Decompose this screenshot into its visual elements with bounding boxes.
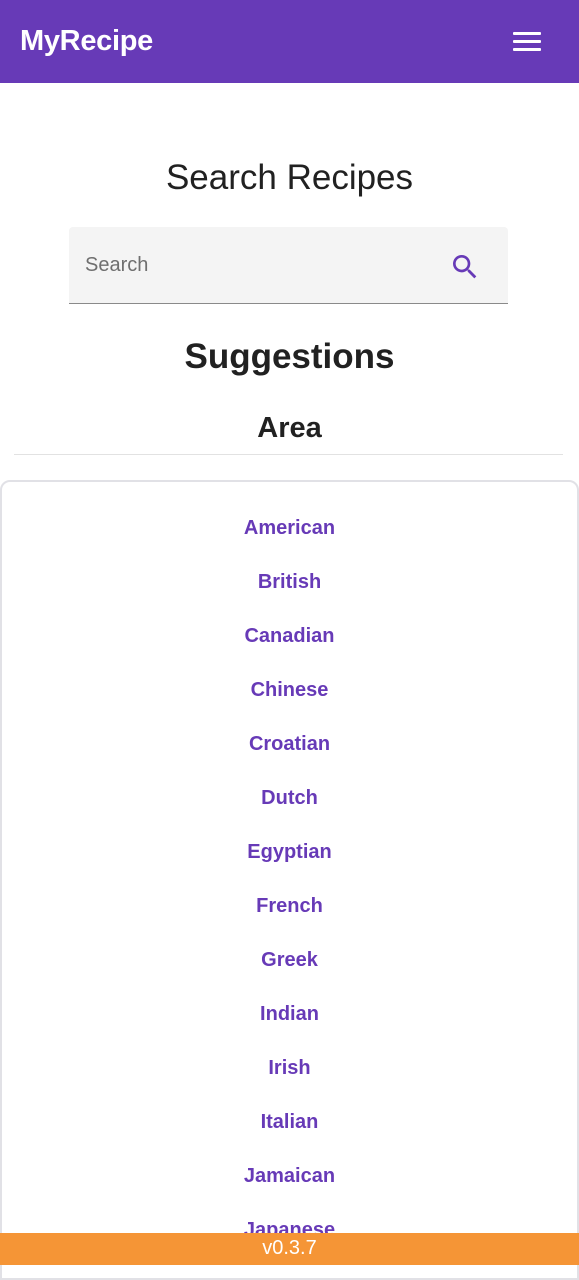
area-item-irish[interactable]: Irish [2, 1050, 577, 1104]
area-item-indian[interactable]: Indian [2, 996, 577, 1050]
page-title: Search Recipes [165, 158, 414, 197]
area-heading: Area [257, 412, 322, 444]
area-item-jamaican[interactable]: Jamaican [2, 1158, 577, 1212]
version-label: v0.3.7 [262, 1237, 317, 1259]
area-item-french[interactable]: French [2, 888, 577, 942]
divider [14, 454, 563, 455]
area-item-american[interactable]: American [2, 510, 577, 564]
area-item-greek[interactable]: Greek [2, 942, 577, 996]
hamburger-menu-icon-line [513, 40, 541, 43]
area-item-british[interactable]: British [2, 564, 577, 618]
area-item-italian[interactable]: Italian [2, 1104, 577, 1158]
area-item-egyptian[interactable]: Egyptian [2, 834, 577, 888]
version-bar: v0.3.7 [0, 1233, 579, 1265]
menu-button[interactable] [505, 24, 549, 60]
suggestions-title: Suggestions [184, 337, 395, 376]
area-list-card: American British Canadian Chinese Croati… [0, 480, 579, 1280]
hamburger-menu-icon-line [513, 48, 541, 51]
hamburger-menu-icon [513, 32, 541, 35]
search-input[interactable] [85, 249, 425, 281]
search-field[interactable] [69, 227, 508, 304]
area-item-chinese[interactable]: Chinese [2, 672, 577, 726]
area-item-canadian[interactable]: Canadian [2, 618, 577, 672]
app-bar: MyRecipe [0, 0, 579, 83]
search-button[interactable] [449, 251, 481, 283]
area-list: American British Canadian Chinese Croati… [2, 510, 577, 1266]
search-icon [453, 255, 477, 279]
area-item-croatian[interactable]: Croatian [2, 726, 577, 780]
brand-title[interactable]: MyRecipe [20, 22, 153, 60]
area-item-dutch[interactable]: Dutch [2, 780, 577, 834]
